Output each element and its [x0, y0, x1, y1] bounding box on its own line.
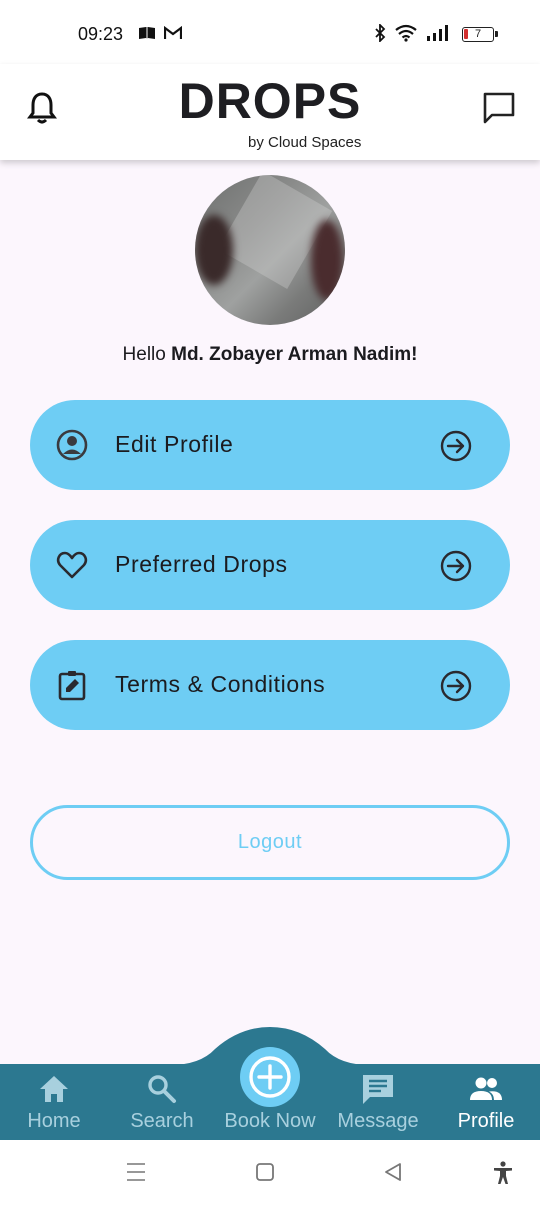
clipboard-edit-icon [58, 671, 86, 701]
nav-label-book-now[interactable]: Book Now [215, 1110, 325, 1133]
status-time: 09:23 [78, 24, 124, 44]
user-name: Md. Zobayer Arman Nadim! [171, 344, 418, 365]
nav-item-profile[interactable]: Profile [432, 1070, 540, 1136]
accessibility-icon[interactable] [492, 1160, 514, 1186]
signal-icon [427, 25, 448, 41]
plus-circle-icon [249, 1056, 291, 1098]
greeting: Hello Md. Zobayer Arman Nadim! [0, 344, 540, 366]
logout-button[interactable]: Logout [30, 805, 510, 880]
preferred-drops-label: Preferred Drops [115, 551, 288, 577]
battery-icon: 7 [462, 27, 498, 42]
preferred-drops-button[interactable]: Preferred Drops [30, 520, 510, 610]
app-title: DROPS [178, 73, 362, 129]
avatar[interactable] [195, 175, 345, 325]
logout-label: Logout [237, 831, 303, 853]
wifi-icon [395, 24, 417, 42]
system-nav-bar [0, 1140, 540, 1206]
nav-label-home: Home [27, 1110, 81, 1132]
edit-profile-label: Edit Profile [115, 431, 234, 457]
arrow-right-circle-icon [440, 670, 472, 702]
home-icon [40, 1076, 68, 1102]
nav-item-search[interactable]: Search [108, 1070, 216, 1136]
status-bar: 09:23 7 [0, 0, 540, 64]
recents-menu-icon[interactable] [126, 1160, 146, 1184]
arrow-right-circle-icon [440, 430, 472, 462]
nav-label-profile: Profile [457, 1110, 515, 1132]
nav-label-message: Message [337, 1110, 419, 1132]
account-circle-icon [56, 429, 88, 461]
message-icon [363, 1075, 393, 1104]
app-header: DROPS by Cloud Spaces [0, 64, 540, 160]
heart-icon [56, 551, 88, 579]
arrow-right-circle-icon [440, 550, 472, 582]
terms-conditions-label: Terms & Conditions [115, 671, 326, 697]
people-icon [470, 1077, 502, 1100]
gmail-icon [164, 26, 182, 39]
search-icon [148, 1075, 176, 1103]
nav-label-search: Search [130, 1110, 194, 1132]
bluetooth-icon [375, 24, 386, 42]
edit-profile-button[interactable]: Edit Profile [30, 400, 510, 490]
greeting-prefix: Hello [122, 344, 166, 365]
nav-item-message[interactable]: Message [324, 1070, 432, 1136]
back-triangle-icon[interactable] [383, 1160, 403, 1184]
terms-conditions-button[interactable]: Terms & Conditions [30, 640, 510, 730]
status-left-icons [138, 26, 182, 40]
status-right-icons [374, 24, 448, 42]
nav-item-home[interactable]: Home [0, 1070, 108, 1136]
book-icon [139, 27, 155, 39]
app-subtitle: by Cloud Spaces [248, 134, 362, 151]
home-square-icon[interactable] [255, 1160, 275, 1184]
book-now-button[interactable] [240, 1047, 300, 1107]
chat-icon[interactable] [481, 91, 517, 125]
